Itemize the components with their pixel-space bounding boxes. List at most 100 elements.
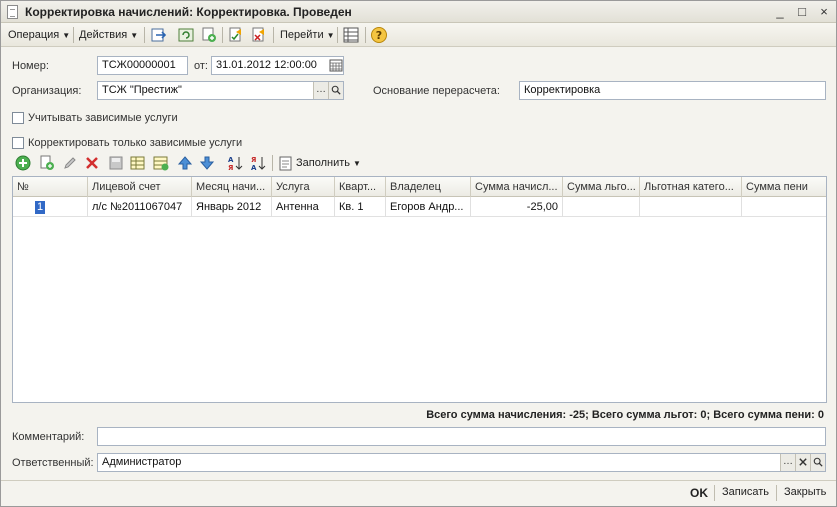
responsible-label: Ответственный: <box>12 457 94 469</box>
row-number-value: 1 <box>35 201 46 214</box>
sort-descending-icon[interactable]: Я A <box>250 155 266 171</box>
help-glyph: ? <box>376 29 382 42</box>
toolbar-divider <box>222 27 223 43</box>
comment-field[interactable] <box>97 427 826 446</box>
table-toolbar-divider <box>272 155 273 171</box>
svg-text:A: A <box>251 164 257 171</box>
chevron-down-icon: ▼ <box>62 31 71 40</box>
number-field[interactable]: ТСЖ00000001 <box>97 56 188 75</box>
col-account-header[interactable]: Лицевой счет <box>88 177 192 197</box>
close-button[interactable]: Закрыть <box>784 486 826 498</box>
apartment-cell[interactable]: Кв. 1 <box>335 197 386 217</box>
toolbar-divider <box>365 27 366 43</box>
copy-row-icon[interactable] <box>39 155 55 171</box>
only-dependent-checkbox[interactable] <box>12 137 24 149</box>
copy-document-icon[interactable] <box>200 26 218 44</box>
toolbar-divider <box>337 27 338 43</box>
date-field[interactable]: 31.01.2012 12:00:00 <box>211 56 344 75</box>
col-number-header[interactable]: № <box>13 177 88 197</box>
organization-label: Организация: <box>12 85 82 97</box>
responsible-clear-button[interactable] <box>795 454 810 471</box>
chevron-down-icon: ▼ <box>353 159 361 168</box>
footer-button-divider <box>776 485 777 501</box>
col-benefit-category-header[interactable]: Льготная катего... <box>640 177 742 197</box>
benefit-category-cell[interactable] <box>640 197 742 217</box>
col-month-header[interactable]: Месяц начи... <box>192 177 272 197</box>
fill-icon[interactable] <box>278 155 294 171</box>
svg-text:Я: Я <box>228 164 233 171</box>
table-header: № Лицевой счет Месяц начи... Услуга Квар… <box>13 177 826 197</box>
fill-button[interactable]: Заполнить ▼ <box>296 154 361 172</box>
basis-label: Основание перерасчета: <box>373 85 500 97</box>
maximize-button[interactable]: □ <box>793 3 811 21</box>
row-number-cell[interactable]: 1 <box>13 197 88 217</box>
col-service-header[interactable]: Услуга <box>272 177 335 197</box>
col-owner-header[interactable]: Владелец <box>386 177 471 197</box>
insert-row-icon[interactable] <box>153 155 169 171</box>
footer-divider <box>1 480 836 481</box>
svg-text:A: A <box>228 156 234 164</box>
help-icon[interactable]: ? <box>370 26 388 44</box>
clear-icon <box>799 458 807 466</box>
col-benefit-sum-header[interactable]: Сумма льго... <box>563 177 640 197</box>
comment-label: Комментарий: <box>12 431 85 443</box>
save-row-icon[interactable] <box>108 155 124 171</box>
organization-value: ТСЖ "Престиж" <box>102 84 182 96</box>
document-icon <box>7 5 18 19</box>
add-column-icon[interactable] <box>130 155 146 171</box>
post-document-icon[interactable] <box>227 26 245 44</box>
window-title: Корректировка начислений: Корректировка.… <box>25 5 352 19</box>
goto-menu-label: Перейти <box>280 29 324 41</box>
benefit-sum-cell[interactable] <box>563 197 640 217</box>
service-cell[interactable]: Антенна <box>272 197 335 217</box>
save-button[interactable]: Записать <box>722 486 769 498</box>
toolbar-divider <box>73 27 74 43</box>
minimize-button[interactable]: _ <box>771 3 789 21</box>
responsible-field[interactable]: Администратор <box>97 453 826 472</box>
month-cell[interactable]: Январь 2012 <box>192 197 272 217</box>
document-window: Корректировка начислений: Корректировка.… <box>0 0 837 507</box>
number-label: Номер: <box>12 60 49 72</box>
table-row[interactable]: 1 л/с №2011067047 Январь 2012 Антенна Кв… <box>13 197 826 217</box>
sum-cell[interactable]: -25,00 <box>471 197 563 217</box>
add-row-icon[interactable] <box>15 155 31 171</box>
organization-field[interactable]: ТСЖ "Престиж" <box>97 81 344 100</box>
account-cell[interactable]: л/с №2011067047 <box>88 197 192 217</box>
close-window-button[interactable]: × <box>815 3 833 21</box>
actions-menu[interactable]: Действия ▼ <box>79 26 138 44</box>
responsible-open-button[interactable] <box>810 454 825 471</box>
operation-menu[interactable]: Операция ▼ <box>8 26 70 44</box>
col-apartment-header[interactable]: Кварт... <box>335 177 386 197</box>
col-penalty-header[interactable]: Сумма пени <box>742 177 826 197</box>
calendar-icon[interactable] <box>329 58 343 72</box>
organization-select-button[interactable]: … <box>313 82 328 99</box>
responsible-select-button[interactable]: … <box>780 454 795 471</box>
ok-button[interactable]: OK <box>690 486 708 500</box>
arrow-down-icon[interactable] <box>199 155 215 171</box>
dependent-services-checkbox[interactable] <box>12 112 24 124</box>
responsible-value: Администратор <box>102 456 182 468</box>
date-value: 31.01.2012 12:00:00 <box>216 59 317 71</box>
structure-icon[interactable] <box>342 26 360 44</box>
main-toolbar: Операция ▼ Действия ▼ Перейти ▼ ? <box>1 23 836 47</box>
footer-button-divider <box>714 485 715 501</box>
totals-summary: Всего сумма начисления: -25; Всего сумма… <box>426 409 824 421</box>
toolbar-divider <box>144 27 145 43</box>
search-icon <box>813 457 823 467</box>
basis-field[interactable]: Корректировка <box>519 81 826 100</box>
refresh-icon[interactable] <box>177 26 195 44</box>
only-dependent-label: Корректировать только зависимые услуги <box>28 137 243 149</box>
penalty-cell[interactable] <box>742 197 826 217</box>
post-and-close-icon[interactable] <box>150 26 168 44</box>
chevron-down-icon: ▼ <box>130 31 139 40</box>
arrow-up-icon[interactable] <box>177 155 193 171</box>
edit-row-icon[interactable] <box>62 155 78 171</box>
organization-open-button[interactable] <box>328 82 343 99</box>
unpost-document-icon[interactable] <box>250 26 268 44</box>
owner-cell[interactable]: Егоров Андр... <box>386 197 471 217</box>
delete-row-icon[interactable] <box>84 155 100 171</box>
charges-table[interactable]: № Лицевой счет Месяц начи... Услуга Квар… <box>12 176 827 403</box>
col-sum-header[interactable]: Сумма начисл... <box>471 177 563 197</box>
goto-menu[interactable]: Перейти ▼ <box>280 26 335 44</box>
sort-ascending-icon[interactable]: A Я <box>227 155 243 171</box>
